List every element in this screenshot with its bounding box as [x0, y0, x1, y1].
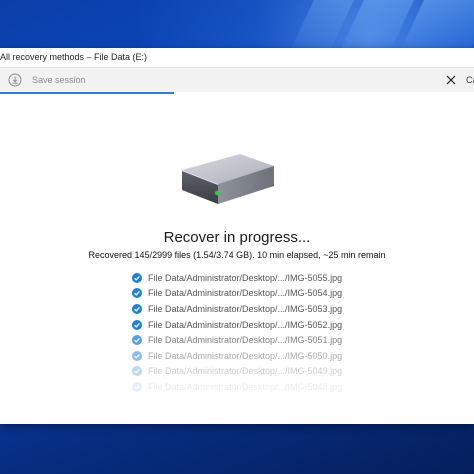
close-icon	[446, 75, 456, 85]
checkmark-circle-icon	[132, 350, 142, 361]
file-path: File Data/Administrator/Desktop/.../IMG-…	[148, 335, 343, 346]
page-title: Recover in progress...	[163, 229, 311, 246]
recovered-file-list: File Data/Administrator/Desktop/.../IMG-…	[132, 270, 392, 394]
file-path: File Data/Administrator/Desktop/.../IMG-…	[148, 303, 343, 314]
window-title: All recovery methods – File Data (E:)	[0, 52, 148, 62]
cancel-button[interactable]: Ca	[446, 72, 474, 88]
file-path: File Data/Administrator/Desktop/.../IMG-…	[148, 366, 343, 377]
title-bar: All recovery methods – File Data (E:)	[0, 48, 474, 68]
list-item: File Data/Administrator/Desktop/.../IMG-…	[132, 301, 392, 317]
recovery-status-text: Recovered 145/2999 files (1.54/3.74 GB).…	[88, 250, 386, 260]
recovery-progress-bar	[0, 92, 174, 94]
file-path: File Data/Administrator/Desktop/.../IMG-…	[148, 381, 343, 392]
checkmark-circle-icon	[132, 288, 142, 299]
list-item: File Data/Administrator/Desktop/.../IMG-…	[132, 364, 392, 380]
checkmark-circle-icon	[132, 366, 142, 377]
checkmark-circle-icon	[132, 335, 142, 346]
checkmark-circle-icon	[132, 272, 142, 283]
file-path: File Data/Administrator/Desktop/.../IMG-…	[148, 288, 343, 299]
list-item: File Data/Administrator/Desktop/.../IMG-…	[132, 348, 392, 364]
list-item: File Data/Administrator/Desktop/.../IMG-…	[132, 379, 392, 394]
checkmark-circle-icon	[132, 303, 142, 314]
checkmark-circle-icon	[132, 381, 142, 392]
list-item: File Data/Administrator/Desktop/.../IMG-…	[132, 286, 392, 302]
file-path: File Data/Administrator/Desktop/.../IMG-…	[148, 350, 343, 361]
save-session-label: Save session	[32, 75, 86, 85]
toolbar: Save session Ca	[0, 68, 474, 92]
list-item: File Data/Administrator/Desktop/.../IMG-…	[132, 270, 392, 286]
list-item: File Data/Administrator/Desktop/.../IMG-…	[132, 317, 392, 333]
save-session-icon	[8, 73, 22, 87]
list-item: File Data/Administrator/Desktop/.../IMG-…	[132, 332, 392, 348]
recovery-window: All recovery methods – File Data (E:) Sa…	[0, 48, 474, 424]
file-path: File Data/Administrator/Desktop/.../IMG-…	[148, 319, 343, 330]
cancel-label: Ca	[466, 75, 474, 85]
checkmark-circle-icon	[132, 319, 142, 330]
hard-drive-icon	[182, 154, 274, 204]
save-session-button[interactable]: Save session	[8, 72, 86, 88]
file-path: File Data/Administrator/Desktop/.../IMG-…	[148, 272, 343, 283]
